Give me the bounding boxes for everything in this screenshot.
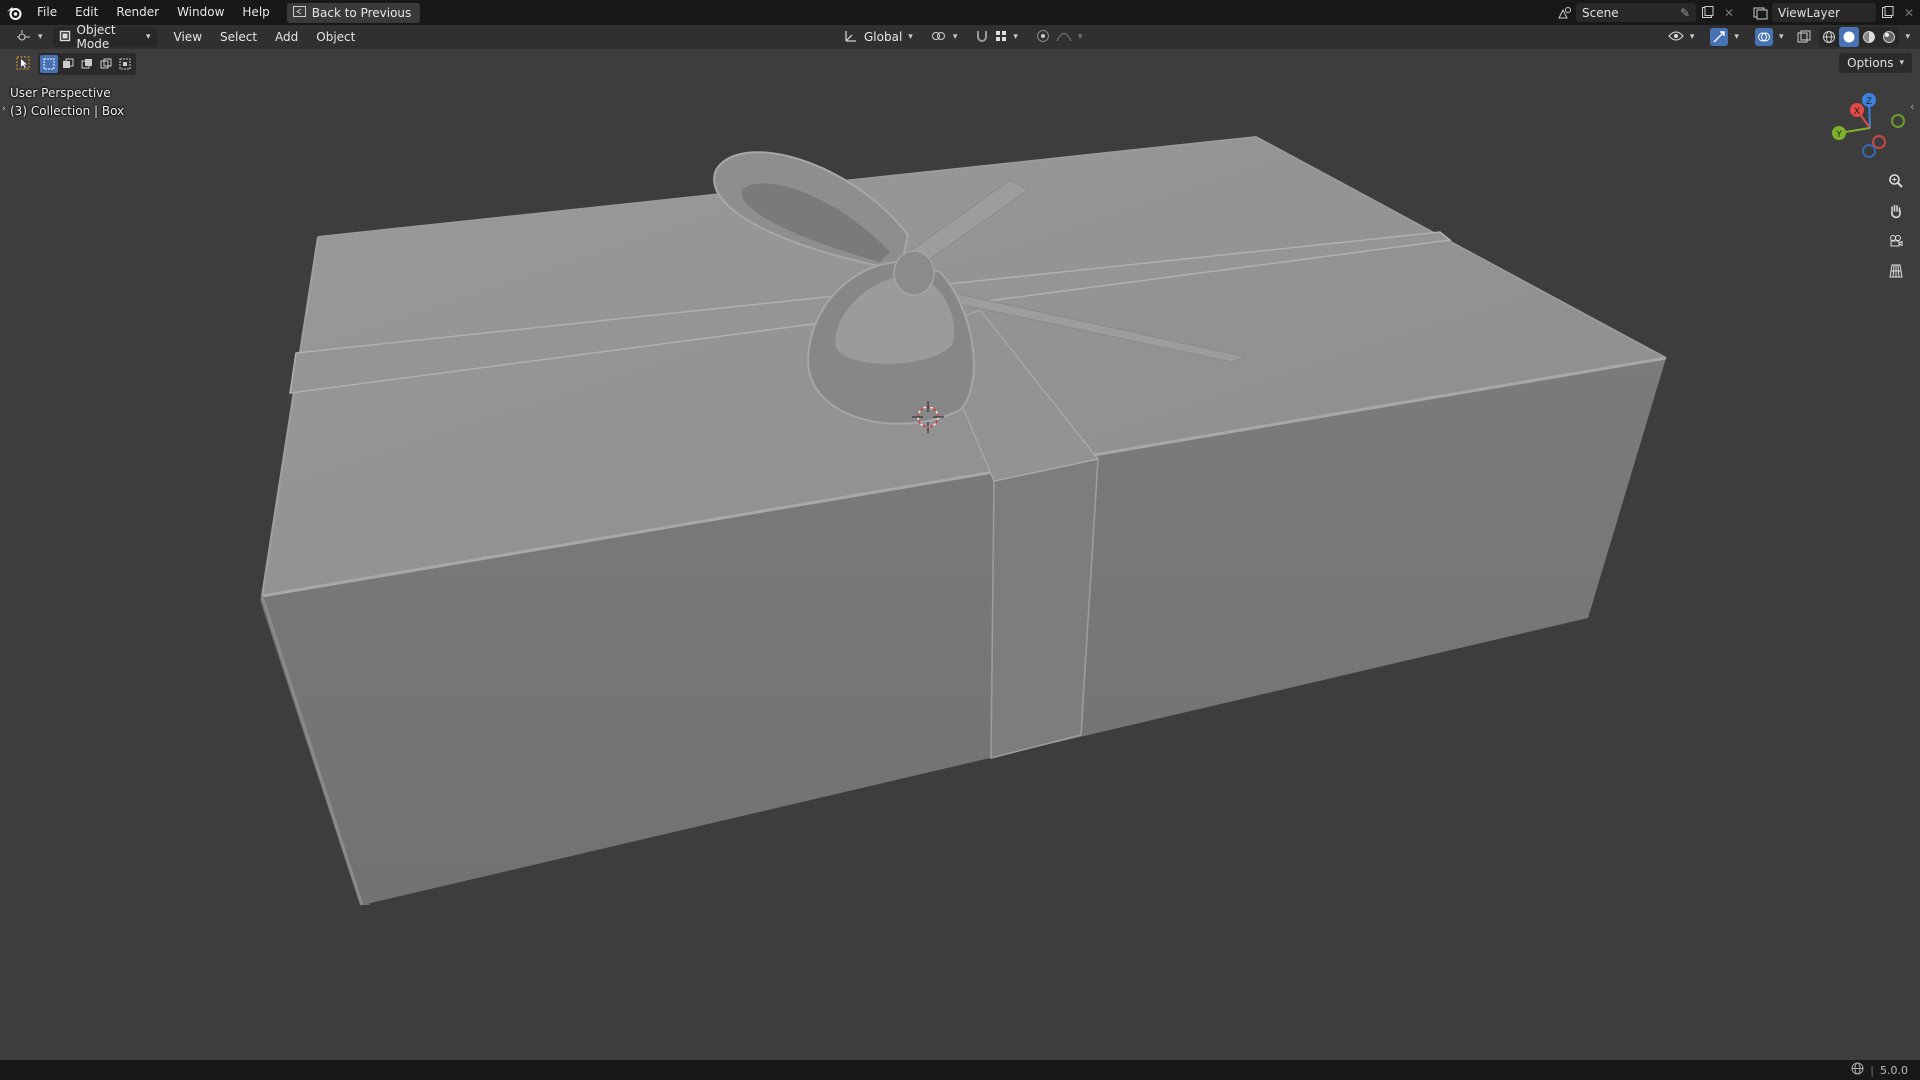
chevron-down-icon: ▾ xyxy=(1689,32,1695,42)
network-icon xyxy=(1851,1062,1864,1078)
magnet-icon[interactable] xyxy=(975,29,989,46)
gift-box-model[interactable] xyxy=(260,135,1667,906)
viewport-header: ▾ Object Mode ▾ View Select Add Object G… xyxy=(0,23,1920,51)
version-label: 5.0.0 xyxy=(1880,1063,1908,1077)
orientation-label: Global xyxy=(864,30,903,44)
scene-selector[interactable]: Scene ✎ xyxy=(1576,3,1696,22)
wireframe-shading-icon[interactable] xyxy=(1819,27,1839,47)
proportional-editing-icon[interactable] xyxy=(1036,29,1050,46)
view-layer-type-icon[interactable] xyxy=(1750,3,1772,22)
editor-type-dropdown[interactable]: ▾ xyxy=(10,27,49,47)
chevron-down-icon: ▾ xyxy=(908,32,913,42)
menu-render[interactable]: Render xyxy=(107,0,168,25)
collection-label: (3) Collection | Box xyxy=(10,104,125,118)
delete-scene-icon[interactable]: ✕ xyxy=(1718,3,1740,22)
mode-dropdown[interactable]: Object Mode ▾ xyxy=(52,23,157,51)
perspective-toggle-icon[interactable] xyxy=(1883,258,1909,284)
menu-select[interactable]: Select xyxy=(211,30,266,44)
new-view-layer-icon[interactable] xyxy=(1876,3,1898,22)
delete-view-layer-icon[interactable]: ✕ xyxy=(1898,3,1920,22)
chevron-right-icon[interactable]: › xyxy=(2,104,6,114)
pan-hand-icon[interactable] xyxy=(1883,198,1909,224)
chevron-down-icon: ▾ xyxy=(1778,32,1784,42)
chevron-down-icon: ▾ xyxy=(38,32,43,42)
menu-add[interactable]: Add xyxy=(266,30,307,44)
x-axis-label: X xyxy=(1854,107,1860,117)
proportional-editing-dropdown[interactable]: ▾ xyxy=(1030,27,1089,47)
top-menu-bar: File Edit Render Window Help Back to Pre… xyxy=(0,0,1920,25)
snap-dropdown[interactable]: ▾ xyxy=(969,27,1024,47)
back-icon xyxy=(292,5,306,20)
chevron-down-icon: ▾ xyxy=(952,32,958,42)
camera-view-icon[interactable] xyxy=(1883,228,1909,254)
menu-file[interactable]: File xyxy=(28,0,66,25)
menu-help[interactable]: Help xyxy=(233,0,278,25)
scene-name: Scene xyxy=(1582,5,1619,20)
editor-type-icon xyxy=(16,29,32,46)
scene-type-icon[interactable] xyxy=(1554,3,1576,22)
back-to-previous-button[interactable]: Back to Previous xyxy=(286,2,421,23)
cursor-arrow-icon xyxy=(16,56,30,73)
rendered-shading-icon[interactable] xyxy=(1879,27,1899,47)
negative-y-axis-icon[interactable] xyxy=(1891,114,1905,128)
selection-mode-group xyxy=(38,53,136,75)
navigation-gizmo[interactable]: X Y Z xyxy=(1820,88,1920,168)
z-axis-icon[interactable]: Z xyxy=(1862,93,1876,107)
select-new-icon[interactable] xyxy=(40,55,58,73)
chevron-down-icon: ▾ xyxy=(146,32,151,42)
visibility-dropdown[interactable]: ▾ xyxy=(1662,27,1701,47)
pivot-point-dropdown[interactable]: ▾ xyxy=(925,27,964,47)
menu-view[interactable]: View xyxy=(165,30,211,44)
menu-edit[interactable]: Edit xyxy=(66,0,107,25)
pivot-icon xyxy=(931,29,947,46)
options-dropdown[interactable]: Options ▾ xyxy=(1839,53,1912,73)
options-label: Options xyxy=(1847,56,1894,70)
select-tool-button[interactable] xyxy=(12,53,34,75)
shading-mode-group xyxy=(1819,27,1900,47)
select-subtract-icon[interactable] xyxy=(78,55,96,73)
chevron-down-icon: ▾ xyxy=(1734,32,1739,42)
chevron-down-icon[interactable]: ▾ xyxy=(1903,32,1912,42)
view-layer-name: ViewLayer xyxy=(1778,5,1840,20)
view-layer-selector[interactable]: ViewLayer xyxy=(1772,3,1876,22)
select-invert-icon[interactable] xyxy=(97,55,115,73)
chevron-down-icon: ▾ xyxy=(1013,32,1018,42)
perspective-label: User Perspective xyxy=(10,86,111,100)
tool-settings-row xyxy=(12,53,136,75)
falloff-icon xyxy=(1056,30,1072,45)
y-axis-label: Y xyxy=(1835,130,1842,140)
material-preview-shading-icon[interactable] xyxy=(1859,27,1879,47)
gizmo-toggle[interactable]: ▾ xyxy=(1704,27,1745,47)
negative-z-axis-icon[interactable] xyxy=(1862,144,1876,158)
orientation-icon xyxy=(844,29,858,46)
snap-grid-icon xyxy=(995,30,1007,45)
chevron-down-icon: ▾ xyxy=(1077,32,1083,42)
object-mode-icon xyxy=(59,30,71,45)
x-axis-icon[interactable]: X xyxy=(1850,103,1864,117)
blender-logo-icon[interactable] xyxy=(0,0,28,25)
z-axis-label: Z xyxy=(1866,97,1872,107)
eye-icon xyxy=(1668,30,1684,45)
transform-orientation-dropdown[interactable]: Global ▾ xyxy=(838,27,919,47)
xray-toggle-icon[interactable] xyxy=(1793,28,1815,47)
overlays-toggle[interactable]: ▾ xyxy=(1749,27,1790,47)
select-extend-icon[interactable] xyxy=(59,55,77,73)
overlays-icon xyxy=(1754,28,1773,46)
zoom-icon[interactable] xyxy=(1883,168,1909,194)
menu-object[interactable]: Object xyxy=(307,30,364,44)
new-scene-icon[interactable] xyxy=(1696,3,1718,22)
y-axis-icon[interactable]: Y xyxy=(1832,126,1846,140)
back-to-previous-label: Back to Previous xyxy=(311,5,412,20)
solid-shading-icon[interactable] xyxy=(1839,27,1860,47)
viewport-canvas[interactable] xyxy=(0,0,1920,1080)
menu-window[interactable]: Window xyxy=(168,0,233,25)
chevron-down-icon: ▾ xyxy=(1899,58,1904,68)
gizmo-icon xyxy=(1710,28,1729,46)
mode-label: Object Mode xyxy=(76,23,116,51)
select-intersect-icon[interactable] xyxy=(116,55,134,73)
negative-x-axis-icon[interactable] xyxy=(1872,135,1886,149)
pin-icon[interactable]: ✎ xyxy=(1680,6,1690,20)
status-divider: | xyxy=(1870,1063,1874,1077)
status-bar: | 5.0.0 xyxy=(0,1060,1920,1080)
